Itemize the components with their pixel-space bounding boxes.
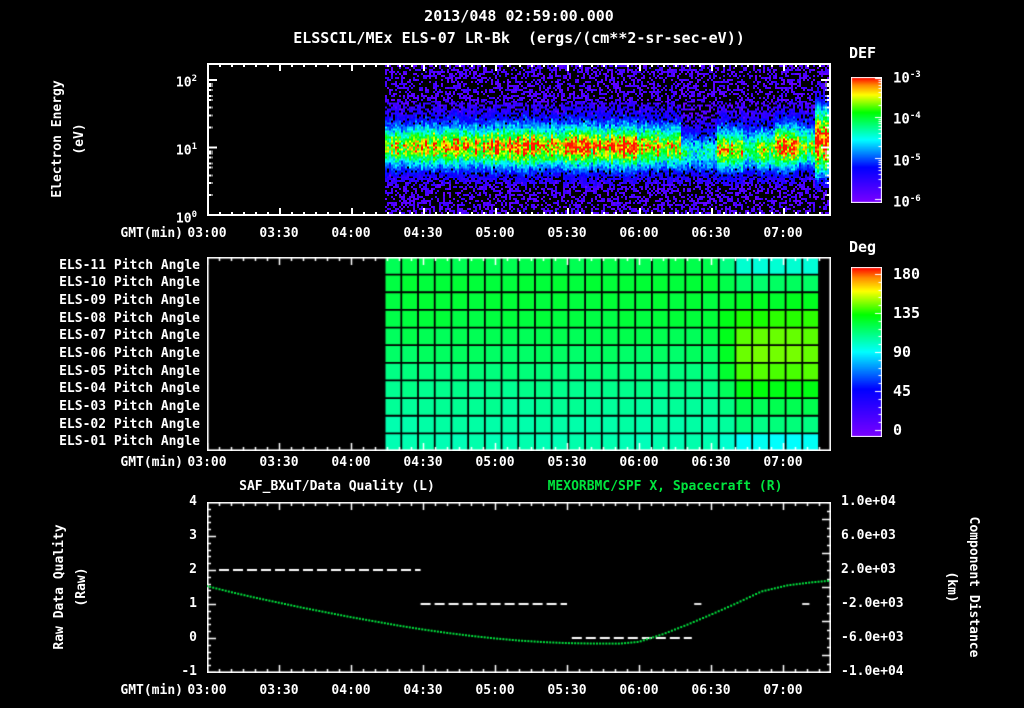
x-tick-label: 04:30 (403, 455, 443, 470)
def-colorbar-canvas (851, 77, 882, 203)
x-tick-label: 06:30 (691, 455, 731, 470)
y-tick-label: 6.0e+03 (841, 528, 896, 543)
x-tick-label: 04:30 (403, 683, 443, 698)
x-tick-label: 06:30 (691, 226, 731, 241)
y-tick-label: 1.0e+04 (841, 494, 896, 509)
x-tick-label: 05:30 (547, 455, 587, 470)
pitch-row-label: ELS-10 Pitch Angle (59, 275, 200, 291)
y-tick-label: 4 (189, 494, 197, 509)
pitch-row-label: ELS-04 Pitch Angle (59, 381, 200, 397)
x-tick-label: 04:00 (331, 226, 371, 241)
x-tick-label: 07:00 (763, 455, 803, 470)
x-tick-label: 06:00 (619, 455, 659, 470)
x-tick-label: 07:00 (763, 226, 803, 241)
pitch-row-label: ELS-05 Pitch Angle (59, 363, 200, 379)
energy-spectrogram-canvas (207, 63, 831, 216)
timeseries-ylabel-left-units: (Raw) (74, 567, 89, 607)
timeseries-canvas (207, 502, 831, 673)
x-tick-label: 05:00 (475, 683, 515, 698)
pitch-row-label: ELS-02 Pitch Angle (59, 416, 200, 432)
timeseries-title-left: SAF_BXuT/Data Quality (L) (239, 479, 435, 494)
instrument-units: (ergs/(cm**2-sr-sec-eV)) (528, 29, 745, 47)
spectrogram-ylabel-units: (eV) (72, 123, 87, 155)
pitch-row-label: ELS-07 Pitch Angle (59, 328, 200, 344)
x-tick-label: 05:30 (547, 226, 587, 241)
x-tick-label: 05:00 (475, 455, 515, 470)
colorbar-tick-label: 10-6 (893, 194, 921, 211)
y-tick-label: 100 (175, 210, 197, 227)
timeseries-ylabel-left: Raw Data Quality (52, 524, 67, 650)
y-tick-label: 3 (189, 528, 197, 543)
deg-colorbar-label: Deg (849, 238, 877, 256)
spectrogram-ylabel: Electron Energy (50, 80, 65, 198)
y-tick-label: 2.0e+03 (841, 562, 896, 577)
x-tick-label: 03:00 (187, 683, 227, 698)
x-tick-label: 05:30 (547, 683, 587, 698)
colorbar-tick-label: 10-5 (893, 153, 921, 170)
x-tick-label: 03:00 (187, 226, 227, 241)
y-tick-label: -2.0e+03 (841, 596, 904, 611)
x-tick-label: 04:00 (331, 683, 371, 698)
x-tick-label: 06:00 (619, 226, 659, 241)
def-colorbar-label: DEF (849, 44, 877, 62)
y-tick-label: 102 (175, 74, 197, 91)
x-tick-label: 05:00 (475, 226, 515, 241)
pitch-angle-canvas (207, 257, 831, 451)
timeseries-title-right: MEXORBMC/SPF X, Spacecraft (R) (547, 479, 783, 494)
timeseries-ylabel-right-units: (km) (944, 571, 959, 603)
x-tick-label: 04:30 (403, 226, 443, 241)
y-tick-label: 1 (189, 596, 197, 611)
y-tick-label: -1.0e+04 (841, 664, 904, 679)
instrument-name: ELSSCIL/MEx ELS-07 LR-Bk (293, 29, 510, 47)
colorbar-tick-label: 10-3 (893, 70, 921, 87)
x-tick-label: 06:00 (619, 683, 659, 698)
y-tick-label: -6.0e+03 (841, 630, 904, 645)
colorbar-tick-label: 90 (893, 343, 912, 361)
y-tick-label: 101 (175, 142, 197, 159)
pitch-row-label: ELS-01 Pitch Angle (59, 434, 200, 450)
colorbar-tick-label: 10-4 (893, 111, 921, 128)
pitch-row-label: ELS-03 Pitch Angle (59, 398, 200, 414)
x-tick-label: 06:30 (691, 683, 731, 698)
y-tick-label: -1 (181, 664, 197, 679)
plot-page: 2013/048 02:59:00.000 ELSSCIL/MEx ELS-07… (0, 0, 1024, 708)
colorbar-tick-label: 45 (893, 382, 912, 400)
pitch-row-label: ELS-09 Pitch Angle (59, 293, 200, 309)
pitch-row-label: ELS-08 Pitch Angle (59, 310, 200, 326)
title-spacer (510, 29, 528, 47)
x-tick-label: 03:30 (259, 226, 299, 241)
x-tick-label: 07:00 (763, 683, 803, 698)
x-tick-label: 03:00 (187, 455, 227, 470)
colorbar-tick-label: 0 (893, 421, 903, 439)
pitch-row-label: ELS-11 Pitch Angle (59, 257, 200, 273)
page-title-date: 2013/048 02:59:00.000 (424, 7, 614, 25)
timeseries-ylabel-right: Component Distance (966, 516, 981, 658)
deg-colorbar-canvas (851, 267, 882, 437)
colorbar-tick-label: 135 (893, 304, 921, 322)
page-title-instrument: ELSSCIL/MEx ELS-07 LR-Bk (ergs/(cm**2-sr… (147, 30, 891, 46)
pitch-row-label: ELS-06 Pitch Angle (59, 346, 200, 361)
y-tick-label: 2 (189, 562, 197, 577)
x-tick-label: 03:30 (259, 455, 299, 470)
y-tick-label: 0 (189, 630, 197, 645)
colorbar-tick-label: 180 (893, 265, 921, 283)
x-tick-label: 03:30 (259, 683, 299, 698)
x-tick-label: 04:00 (331, 455, 371, 470)
